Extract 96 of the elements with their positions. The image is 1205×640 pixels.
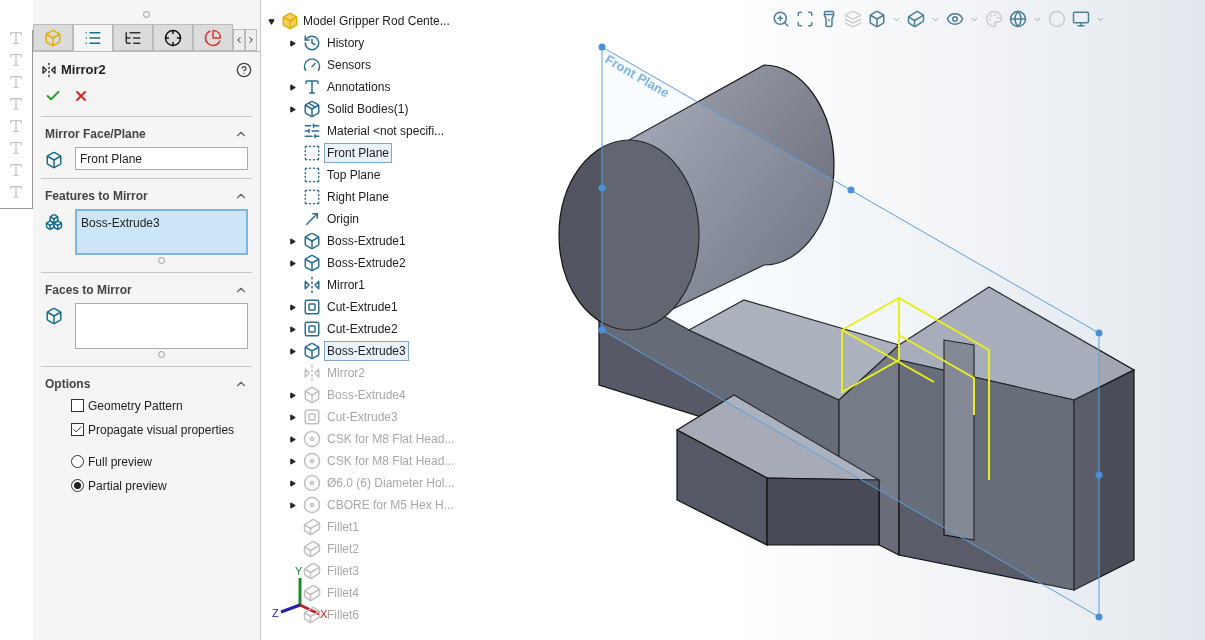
cube-icon: [45, 306, 63, 325]
radio-button[interactable]: [71, 479, 84, 492]
panel-tab[interactable]: [113, 24, 153, 51]
plane-icon: [303, 188, 321, 206]
checkmark-icon: [72, 424, 83, 435]
cut-extrude-icon: [303, 408, 321, 426]
selection-list[interactable]: [75, 302, 248, 349]
expand-arrow[interactable]: [288, 303, 296, 311]
material-list-icon: [303, 122, 321, 140]
fillet-cube-icon: [303, 540, 321, 558]
tree-item[interactable]: Material <not specifi...: [324, 121, 448, 141]
monitor-icon[interactable]: [1072, 10, 1090, 28]
plane-icon: [303, 166, 321, 184]
tree-item[interactable]: Boss-Extrude1: [324, 231, 409, 251]
fillet-cube-icon: [303, 584, 321, 602]
fillet-cube-icon: [303, 518, 321, 536]
extrude-cube-icon: [303, 386, 321, 404]
fillet-cube-icon: [303, 606, 321, 624]
expand-arrow[interactable]: [288, 435, 296, 443]
section-cube-icon[interactable]: [868, 10, 886, 28]
expand-arrow[interactable]: [288, 413, 296, 421]
plane-icon: [303, 144, 321, 162]
radio-button[interactable]: [71, 455, 84, 468]
section-title: Faces to Mirror: [45, 281, 132, 299]
tree-item[interactable]: Front Plane: [324, 143, 393, 163]
chevron-right-icon[interactable]: [246, 35, 256, 45]
tree-item[interactable]: Sensors: [324, 55, 375, 75]
expand-arrow[interactable]: [288, 83, 296, 91]
section-title: Mirror Face/Plane: [45, 125, 146, 143]
expand-arrow[interactable]: [288, 479, 296, 487]
tree-item[interactable]: Origin: [324, 209, 362, 229]
checkbox-label: Geometry Pattern: [88, 397, 183, 415]
tree-item[interactable]: Model Gripper Rod Cente...: [303, 12, 450, 30]
help-icon[interactable]: [236, 61, 252, 78]
extrude-cube-icon: [303, 342, 321, 360]
mirror-icon: [303, 364, 321, 382]
tree-item[interactable]: Right Plane: [324, 187, 393, 207]
expand-arrow[interactable]: [288, 457, 296, 465]
panel-tab[interactable]: [153, 24, 193, 51]
expand-arrow[interactable]: [288, 259, 296, 267]
part-icon: [281, 12, 299, 30]
checkbox-label: Propagate visual properties: [88, 421, 235, 439]
hole-icon: [303, 496, 321, 514]
tree-item[interactable]: Top Plane: [324, 165, 384, 185]
cut-extrude-icon: [303, 298, 321, 316]
selection-list[interactable]: Boss-Extrude3: [75, 208, 248, 255]
feature-title: Mirror2: [61, 61, 106, 79]
cut-extrude-icon: [303, 320, 321, 338]
zoom-area-icon[interactable]: [796, 10, 814, 28]
hole-icon: [303, 430, 321, 448]
tree-item[interactable]: Cut-Extrude1: [324, 297, 401, 317]
crosshair-icon[interactable]: [164, 28, 182, 47]
list-entry: Boss-Extrude3: [81, 215, 160, 230]
radio-label: Full preview: [88, 453, 153, 471]
input-field[interactable]: Front Plane: [75, 146, 248, 170]
expand-arrow[interactable]: [288, 325, 296, 333]
tree-item[interactable]: Boss-Extrude3: [324, 341, 409, 361]
checkbox[interactable]: [71, 399, 84, 412]
expand-arrow[interactable]: [288, 347, 296, 355]
tree-item[interactable]: Mirror1: [324, 275, 368, 295]
triangle-icon[interactable]: [267, 17, 275, 25]
eye-icon[interactable]: [946, 10, 964, 28]
scene-icon[interactable]: [1009, 10, 1027, 28]
axis-triad: [280, 578, 320, 616]
expand-arrow[interactable]: [288, 237, 296, 245]
expand-arrow[interactable]: [288, 501, 296, 509]
expand-arrow[interactable]: [288, 105, 296, 113]
chevron-left-icon[interactable]: [234, 35, 244, 45]
list-icon[interactable]: [84, 29, 102, 47]
tree-item[interactable]: Boss-Extrude2: [324, 253, 409, 273]
axis-label: X: [320, 608, 328, 620]
tree-item[interactable]: History: [324, 33, 368, 53]
display-cube-icon[interactable]: [907, 10, 925, 28]
tree-item[interactable]: Solid Bodies(1): [324, 99, 412, 119]
checkbox[interactable]: [71, 423, 84, 436]
section-title: Features to Mirror: [45, 187, 148, 205]
radio-label: Partial preview: [88, 477, 167, 495]
expand-arrow[interactable]: [288, 391, 296, 399]
cube-icon: [45, 150, 63, 169]
extrude-cube-icon: [303, 232, 321, 250]
axis-label: Y: [295, 565, 303, 577]
zoom-icon[interactable]: [772, 10, 790, 28]
axis-label: Z: [272, 607, 279, 619]
mirror-icon: [41, 61, 57, 78]
mirror-icon: [303, 276, 321, 294]
extrude-cube-icon: [303, 254, 321, 272]
list-entry: Front Plane: [80, 151, 143, 166]
scroll-left-button[interactable]: [233, 29, 245, 51]
tree-item[interactable]: Cut-Extrude2: [324, 319, 401, 339]
fillet-cube-icon: [303, 562, 321, 580]
hole-icon: [303, 474, 321, 492]
tree-item[interactable]: Annotations: [324, 77, 394, 97]
features-icon: [45, 212, 63, 231]
hole-icon: [303, 452, 321, 470]
section-title: Options: [45, 375, 91, 393]
expand-arrow[interactable]: [288, 39, 296, 47]
